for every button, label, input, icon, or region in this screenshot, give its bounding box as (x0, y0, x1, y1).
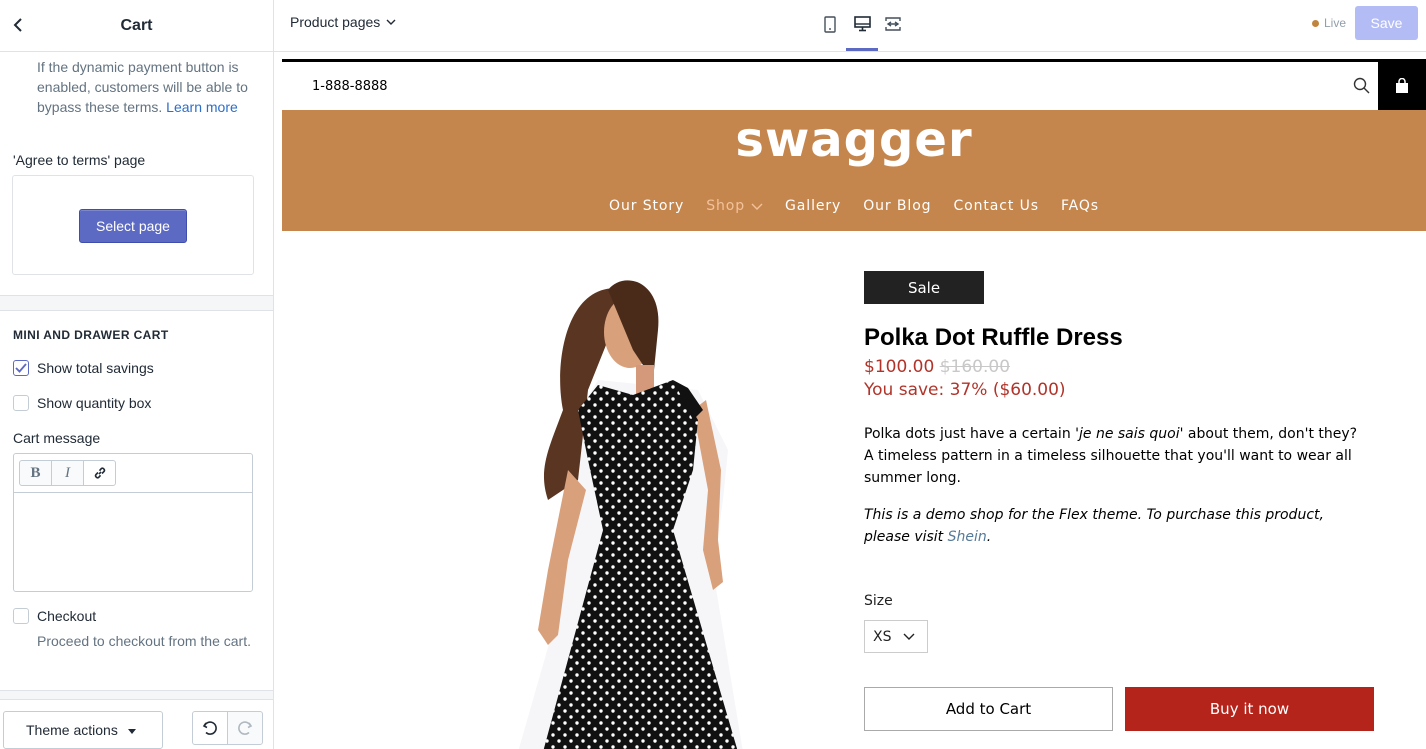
checkout-checkbox[interactable] (13, 608, 29, 624)
product-image[interactable] (508, 270, 808, 749)
store-preview-frame[interactable]: 1-888-8888 swagger Our Story Shop Galler… (282, 59, 1426, 749)
theme-actions-label: Theme actions (26, 722, 118, 738)
demo-note-end: . (986, 529, 992, 545)
settings-sidebar: Cart If the dynamic payment button is en… (0, 0, 274, 749)
dynamic-payment-help-text: If the dynamic payment button is enabled… (37, 57, 259, 117)
bold-button[interactable]: B (19, 460, 52, 486)
main-navigation: Our Story Shop Gallery Our Blog Contact … (282, 198, 1426, 214)
cart-message-editor[interactable]: B I (13, 453, 253, 592)
size-value: XS (873, 628, 892, 645)
nav-faqs[interactable]: FAQs (1050, 198, 1110, 214)
chevron-down-icon (903, 633, 915, 640)
chevron-left-icon[interactable] (6, 13, 30, 37)
sidebar-body[interactable]: If the dynamic payment button is enabled… (0, 52, 273, 699)
section-divider-bottom (0, 690, 273, 699)
cart-bag-icon[interactable] (1378, 62, 1426, 110)
current-price: $100.00 (864, 357, 935, 377)
select-page-button[interactable]: Select page (79, 209, 187, 243)
shein-link[interactable]: Shein (948, 529, 987, 545)
store-header: swagger Our Story Shop Gallery Our Blog … (282, 110, 1426, 231)
terms-page-label: 'Agree to terms' page (13, 152, 146, 168)
nav-gallery[interactable]: Gallery (774, 198, 852, 214)
description-emphasis: je ne sais quoi (1079, 426, 1180, 442)
undo-icon (202, 721, 217, 735)
mobile-view-button[interactable] (815, 11, 845, 37)
search-icon[interactable] (1353, 77, 1370, 99)
store-logo[interactable]: swagger (282, 112, 1426, 168)
price-row: $100.00 $160.00 (864, 357, 1010, 377)
desktop-icon (853, 16, 871, 32)
checkout-label: Checkout (37, 608, 97, 624)
terms-page-card: Select page (12, 175, 254, 275)
section-divider (0, 295, 273, 311)
nav-contact-us[interactable]: Contact Us (942, 198, 1049, 214)
show-quantity-box-label: Show quantity box (37, 395, 152, 411)
active-view-indicator (846, 48, 878, 51)
demo-note-text: This is a demo shop for the Flex theme. … (864, 507, 1324, 545)
store-utility-bar: 1-888-8888 (282, 62, 1426, 110)
history-button-group (192, 711, 263, 745)
checkout-help-text: Proceed to checkout from the cart. (37, 633, 251, 649)
chevron-down-icon (386, 19, 396, 25)
compare-price: $160.00 (939, 357, 1011, 377)
caret-down-icon (127, 729, 136, 734)
nav-shop[interactable]: Shop (695, 198, 774, 214)
undo-button[interactable] (192, 711, 228, 745)
editor-content-area[interactable] (14, 493, 252, 591)
desktop-view-button[interactable] (847, 11, 877, 37)
show-total-savings-checkbox[interactable] (13, 360, 29, 376)
link-icon (94, 467, 105, 479)
show-total-savings-label: Show total savings (37, 360, 154, 376)
size-label: Size (864, 593, 893, 609)
nav-our-blog[interactable]: Our Blog (852, 198, 942, 214)
product-description: Polka dots just have a certain 'je ne sa… (864, 423, 1364, 489)
show-total-savings-option[interactable]: Show total savings (13, 360, 154, 376)
checkmark-icon (15, 363, 27, 373)
redo-icon (238, 721, 253, 735)
description-start: Polka dots just have a certain ' (864, 426, 1079, 442)
product-title: Polka Dot Ruffle Dress (864, 324, 1123, 351)
nav-shop-label: Shop (706, 198, 746, 214)
show-quantity-box-checkbox[interactable] (13, 395, 29, 411)
live-label: Live (1323, 16, 1346, 30)
savings-text: You save: 37% ($60.00) (864, 380, 1066, 400)
save-button[interactable]: Save (1355, 6, 1418, 40)
live-dot-icon (1311, 19, 1319, 27)
page-type-label: Product pages (290, 14, 381, 30)
redo-button[interactable] (227, 711, 263, 745)
link-button[interactable] (83, 460, 116, 486)
buy-it-now-button[interactable]: Buy it now (1125, 687, 1374, 731)
learn-more-link[interactable]: Learn more (166, 99, 238, 115)
sale-badge: Sale (864, 271, 984, 304)
expand-horizontal-icon (885, 17, 901, 31)
mini-drawer-cart-heading: MINI AND DRAWER CART (13, 328, 169, 342)
fullscreen-view-button[interactable] (878, 11, 908, 37)
editor-topbar: Product pages Live Save (274, 0, 1426, 52)
sidebar-footer: Theme actions (0, 699, 273, 749)
italic-button[interactable]: I (51, 460, 84, 486)
add-to-cart-button[interactable]: Add to Cart (864, 687, 1113, 731)
store-phone[interactable]: 1-888-8888 (312, 79, 388, 94)
size-select[interactable]: XS (864, 620, 928, 653)
show-quantity-box-option[interactable]: Show quantity box (13, 395, 151, 411)
cart-message-label: Cart message (13, 430, 101, 446)
editor-toolbar: B I (14, 454, 252, 493)
chevron-down-icon (751, 203, 763, 210)
checkout-option[interactable]: Checkout (13, 608, 96, 624)
sidebar-title: Cart (120, 16, 153, 34)
sidebar-header: Cart (0, 0, 273, 52)
theme-actions-dropdown[interactable]: Theme actions (3, 711, 163, 749)
format-button-group: B I (19, 460, 116, 486)
demo-note: This is a demo shop for the Flex theme. … (864, 504, 1364, 548)
live-status: Live (1311, 16, 1346, 30)
mobile-icon (824, 15, 836, 33)
nav-our-story[interactable]: Our Story (598, 198, 695, 214)
page-type-select[interactable]: Product pages (290, 14, 396, 30)
